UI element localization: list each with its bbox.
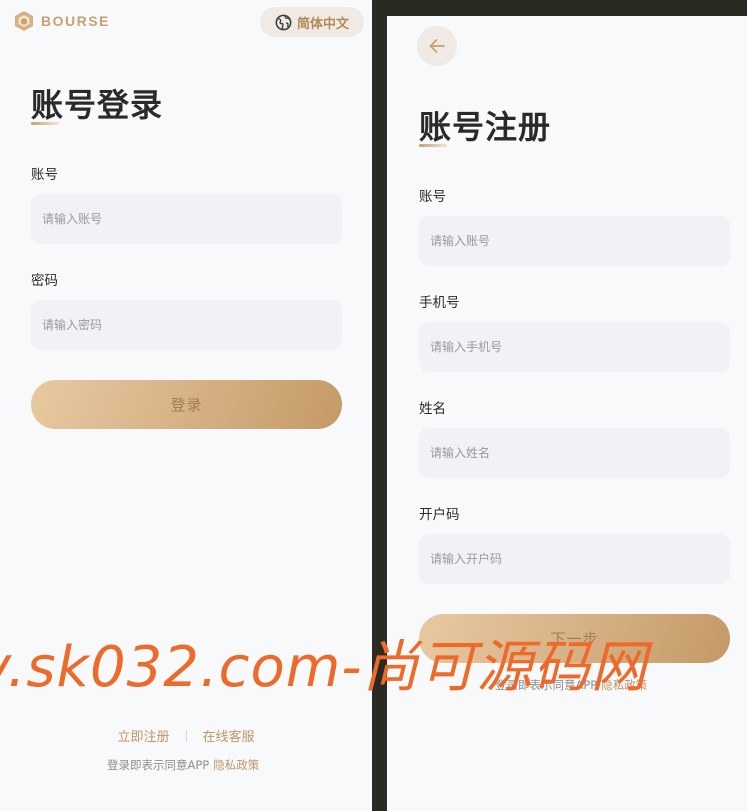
back-button[interactable]	[417, 26, 457, 66]
phone-label: 手机号	[419, 295, 460, 311]
invite-code-label: 开户码	[419, 507, 460, 523]
privacy-policy-link[interactable]: 隐私政策	[601, 677, 647, 693]
register-panel: 账号注册 账号 手机号 姓名 开户码 下一步 登录即表示同意APP 隐私政策	[387, 16, 747, 811]
support-link[interactable]: 在线客服	[203, 726, 255, 745]
agreement-line: 登录即表示同意APP 隐私政策	[107, 757, 259, 773]
page-title: 账号登录	[31, 86, 164, 124]
next-step-button[interactable]: 下一步	[419, 614, 730, 663]
title-underline	[31, 122, 59, 125]
account-input[interactable]	[419, 216, 730, 266]
title-underline	[419, 144, 447, 147]
privacy-policy-link[interactable]: 隐私政策	[213, 757, 259, 773]
brand: BOURSE	[13, 10, 110, 32]
account-label: 账号	[419, 189, 446, 205]
account-label: 账号	[31, 167, 58, 183]
arrow-left-icon	[429, 39, 445, 53]
agreement-text: 登录即表示同意APP	[495, 678, 598, 692]
link-divider	[185, 729, 187, 742]
language-switch-button[interactable]: 简体中文	[260, 7, 364, 37]
language-label: 简体中文	[296, 16, 349, 32]
agreement-text: 登录即表示同意APP	[107, 758, 210, 772]
login-button[interactable]: 登录	[31, 380, 342, 429]
register-link[interactable]: 立即注册	[117, 726, 169, 745]
password-input[interactable]	[31, 300, 342, 350]
password-label: 密码	[31, 273, 58, 289]
agreement-line: 登录即表示同意APP 隐私政策	[495, 677, 647, 693]
brand-name: BOURSE	[41, 13, 110, 29]
phone-input[interactable]	[419, 322, 730, 372]
bottom-links: 立即注册 在线客服	[0, 726, 372, 745]
globe-icon	[275, 14, 292, 30]
account-input[interactable]	[31, 194, 342, 244]
name-input[interactable]	[419, 428, 730, 478]
invite-code-input[interactable]	[419, 534, 730, 584]
login-panel: BOURSE 简体中文 账号登录 账号 密码 登录 立即注册 在线客服 登录即表…	[0, 0, 372, 811]
hexagon-logo-icon	[15, 11, 33, 31]
name-label: 姓名	[419, 401, 446, 417]
page-title: 账号注册	[419, 108, 552, 146]
